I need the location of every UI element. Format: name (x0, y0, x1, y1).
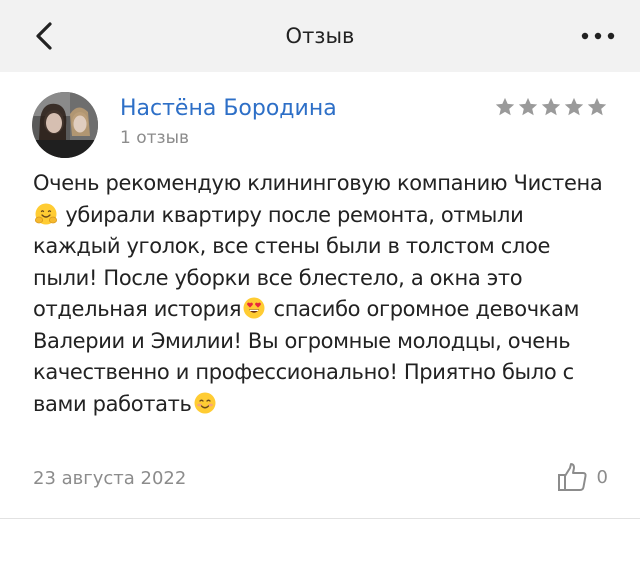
star-icon (541, 97, 561, 116)
review-date: 23 августа 2022 (33, 468, 187, 489)
like-count: 0 (596, 466, 608, 488)
star-icon (564, 97, 584, 116)
page-title: Отзыв (285, 24, 355, 48)
review-card: Настёна Бородина 1 отзыв Очень рекоменду… (0, 72, 640, 522)
smiling-face-emoji-icon (193, 391, 217, 415)
more-dots-icon (581, 32, 615, 40)
avatar-photo (32, 92, 98, 158)
review-text: Очень рекомендую клининговую компанию Чи… (33, 168, 611, 420)
heart-eyes-emoji-icon (242, 296, 266, 320)
review-text-part: Очень рекомендую клининговую компанию Чи… (33, 171, 603, 195)
rating-stars (494, 96, 608, 118)
star-icon (518, 97, 538, 116)
hugging-face-emoji-icon (34, 202, 58, 226)
star-icon (495, 97, 515, 116)
top-bar: Отзыв (0, 0, 640, 72)
star-icon (587, 97, 607, 116)
avatar[interactable] (32, 92, 98, 158)
thumbs-up-icon (557, 463, 587, 491)
more-options-button[interactable] (580, 24, 616, 48)
author-name-link[interactable]: Настёна Бородина (120, 96, 337, 121)
like-button[interactable]: 0 (557, 462, 608, 492)
divider (0, 518, 640, 519)
author-review-count: 1 отзыв (120, 128, 190, 148)
